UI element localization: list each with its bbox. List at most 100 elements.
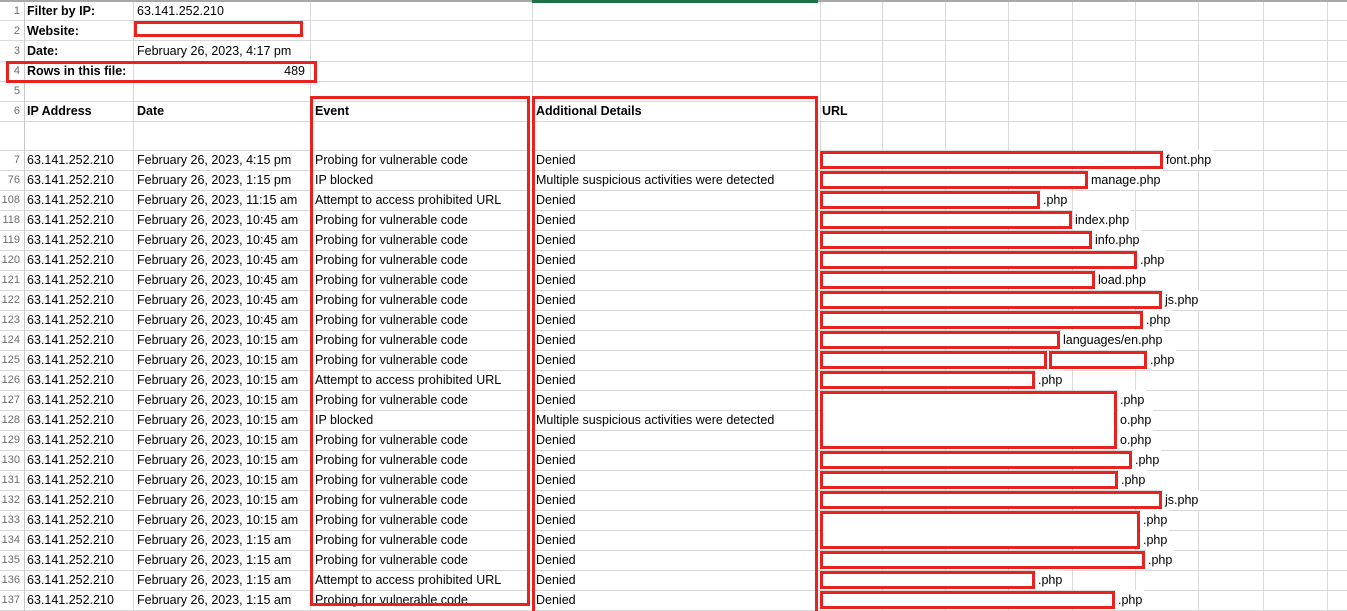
date-cell[interactable]: February 26, 2023, 10:15 am xyxy=(133,450,311,470)
row-number[interactable]: 108 xyxy=(0,190,20,210)
row-number[interactable]: 118 xyxy=(0,210,20,230)
row-number[interactable]: 124 xyxy=(0,330,20,350)
row-number[interactable]: 125 xyxy=(0,350,20,370)
ip-cell[interactable]: 63.141.252.210 xyxy=(24,230,133,250)
ip-cell[interactable]: 63.141.252.210 xyxy=(24,430,133,450)
date-cell[interactable]: February 26, 2023, 10:15 am xyxy=(133,390,311,410)
ip-cell[interactable]: 63.141.252.210 xyxy=(24,490,133,510)
date-cell[interactable]: February 26, 2023, 10:45 am xyxy=(133,210,311,230)
url-cell[interactable]: manage.php xyxy=(1089,170,1163,190)
url-cell[interactable]: languages/en.php xyxy=(1061,330,1165,350)
ip-cell[interactable]: 63.141.252.210 xyxy=(24,330,133,350)
row-number[interactable]: 122 xyxy=(0,290,20,310)
row-number[interactable]: 128 xyxy=(0,410,20,430)
ip-cell[interactable]: 63.141.252.210 xyxy=(24,350,133,370)
ip-cell[interactable]: 63.141.252.210 xyxy=(24,150,133,170)
row-number[interactable]: 126 xyxy=(0,370,20,390)
ip-cell[interactable]: 63.141.252.210 xyxy=(24,370,133,390)
row-number[interactable]: 119 xyxy=(0,230,20,250)
ip-cell[interactable]: 63.141.252.210 xyxy=(24,290,133,310)
row-number[interactable]: 135 xyxy=(0,550,20,570)
url-cell[interactable]: .php xyxy=(1116,590,1145,610)
url-cell[interactable]: .php xyxy=(1036,370,1065,390)
ip-cell[interactable]: 63.141.252.210 xyxy=(24,410,133,430)
date-cell[interactable]: February 26, 2023, 11:15 am xyxy=(133,190,311,210)
date-cell[interactable]: February 26, 2023, 10:45 am xyxy=(133,230,311,250)
ip-cell[interactable]: 63.141.252.210 xyxy=(24,170,133,190)
url-cell[interactable]: .php xyxy=(1036,570,1065,590)
date-cell[interactable]: February 26, 2023, 10:15 am xyxy=(133,370,311,390)
row-number[interactable]: 137 xyxy=(0,590,20,610)
date-cell[interactable]: February 26, 2023, 1:15 am xyxy=(133,530,311,550)
row-number[interactable]: 1 xyxy=(0,1,20,21)
url-cell[interactable]: .php xyxy=(1133,450,1162,470)
info-label-website[interactable]: Website: xyxy=(24,21,133,41)
date-cell[interactable]: February 26, 2023, 10:45 am xyxy=(133,290,311,310)
date-cell[interactable]: February 26, 2023, 10:15 am xyxy=(133,510,311,530)
url-cell[interactable]: .php xyxy=(1118,390,1147,410)
url-cell[interactable]: o.php xyxy=(1118,430,1154,450)
row-number[interactable]: 123 xyxy=(0,310,20,330)
date-cell[interactable]: February 26, 2023, 1:15 am xyxy=(133,590,311,610)
ip-cell[interactable]: 63.141.252.210 xyxy=(24,310,133,330)
row-number[interactable]: 121 xyxy=(0,270,20,290)
row-number[interactable]: 132 xyxy=(0,490,20,510)
date-cell[interactable]: February 26, 2023, 10:45 am xyxy=(133,310,311,330)
url-cell[interactable]: .php xyxy=(1148,350,1177,370)
row-number[interactable]: 2 xyxy=(0,21,20,41)
ip-cell[interactable]: 63.141.252.210 xyxy=(24,250,133,270)
info-label-filter-by-ip[interactable]: Filter by IP: xyxy=(24,1,147,21)
url-cell[interactable]: .php xyxy=(1041,190,1070,210)
ip-cell[interactable]: 63.141.252.210 xyxy=(24,210,133,230)
ip-cell[interactable]: 63.141.252.210 xyxy=(24,550,133,570)
url-cell[interactable]: js.php xyxy=(1163,290,1201,310)
row-number[interactable]: 130 xyxy=(0,450,20,470)
ip-cell[interactable]: 63.141.252.210 xyxy=(24,270,133,290)
row-number[interactable]: 134 xyxy=(0,530,20,550)
row-number[interactable]: 133 xyxy=(0,510,20,530)
row-number[interactable]: 129 xyxy=(0,430,20,450)
row-number[interactable]: 127 xyxy=(0,390,20,410)
ip-cell[interactable]: 63.141.252.210 xyxy=(24,470,133,490)
row-number[interactable]: 6 xyxy=(0,101,20,121)
ip-cell[interactable]: 63.141.252.210 xyxy=(24,530,133,550)
url-cell[interactable]: info.php xyxy=(1093,230,1142,250)
column-header-ip-address[interactable]: IP Address xyxy=(24,101,133,121)
ip-cell[interactable]: 63.141.252.210 xyxy=(24,590,133,610)
ip-cell[interactable]: 63.141.252.210 xyxy=(24,390,133,410)
url-cell[interactable]: load.php xyxy=(1096,270,1148,290)
date-cell[interactable]: February 26, 2023, 10:15 am xyxy=(133,410,311,430)
row-number[interactable]: 3 xyxy=(0,41,20,61)
date-cell[interactable]: February 26, 2023, 1:15 am xyxy=(133,570,311,590)
row-number[interactable]: 131 xyxy=(0,470,20,490)
ip-cell[interactable]: 63.141.252.210 xyxy=(24,510,133,530)
url-cell[interactable]: index.php xyxy=(1073,210,1132,230)
date-cell[interactable]: February 26, 2023, 10:15 am xyxy=(133,490,311,510)
row-number[interactable]: 136 xyxy=(0,570,20,590)
column-header-url[interactable]: URL xyxy=(820,101,882,121)
date-cell[interactable]: February 26, 2023, 10:45 am xyxy=(133,270,311,290)
column-header-date[interactable]: Date xyxy=(133,101,311,121)
date-cell[interactable]: February 26, 2023, 10:15 am xyxy=(133,430,311,450)
date-cell[interactable]: February 26, 2023, 10:45 am xyxy=(133,250,311,270)
url-cell[interactable]: .php xyxy=(1144,310,1173,330)
url-cell[interactable]: o.php xyxy=(1118,410,1154,430)
date-cell[interactable]: February 26, 2023, 10:15 am xyxy=(133,350,311,370)
url-cell[interactable]: .php xyxy=(1138,250,1167,270)
row-number[interactable]: 76 xyxy=(0,170,20,190)
url-cell[interactable]: js.php xyxy=(1163,490,1201,510)
info-value-date[interactable]: February 26, 2023, 4:17 pm xyxy=(133,41,311,61)
date-cell[interactable]: February 26, 2023, 1:15 am xyxy=(133,550,311,570)
info-label-date[interactable]: Date: xyxy=(24,41,133,61)
url-cell[interactable]: font.php xyxy=(1164,150,1214,170)
date-cell[interactable]: February 26, 2023, 4:15 pm xyxy=(133,150,311,170)
url-cell[interactable]: .php xyxy=(1119,470,1148,490)
url-cell[interactable]: .php xyxy=(1141,510,1170,530)
url-cell[interactable]: .php xyxy=(1146,550,1175,570)
date-cell[interactable]: February 26, 2023, 10:15 am xyxy=(133,330,311,350)
url-cell[interactable]: .php xyxy=(1141,530,1170,550)
date-cell[interactable]: February 26, 2023, 10:15 am xyxy=(133,470,311,490)
date-cell[interactable]: February 26, 2023, 1:15 pm xyxy=(133,170,311,190)
row-number[interactable]: 120 xyxy=(0,250,20,270)
ip-cell[interactable]: 63.141.252.210 xyxy=(24,190,133,210)
